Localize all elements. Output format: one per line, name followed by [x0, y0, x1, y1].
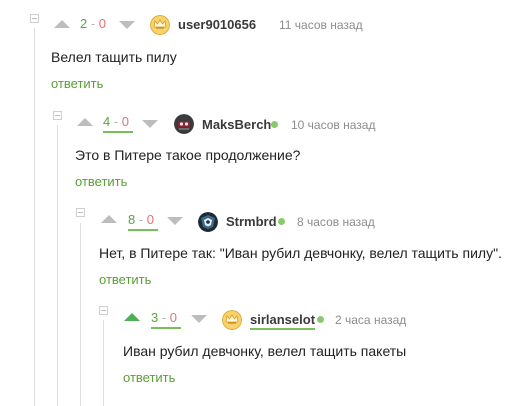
comment-text: Нет, в Питере так: "Иван рубил девчонку,… — [99, 245, 502, 261]
upvote-icon[interactable] — [101, 215, 117, 223]
comment-time[interactable]: 10 часов назад — [291, 118, 375, 132]
online-indicator — [317, 316, 324, 323]
thread-line — [80, 223, 81, 406]
rating-separator: - — [87, 16, 99, 31]
collapse-thread-button[interactable] — [53, 111, 62, 120]
comment-rating: 2 - 0 — [80, 16, 106, 31]
thread-line — [34, 28, 35, 406]
collapse-thread-button[interactable] — [76, 208, 85, 217]
collapse-thread-button[interactable] — [99, 306, 108, 315]
comment-author[interactable]: Strmbrd — [226, 214, 277, 229]
downvote-icon[interactable] — [142, 120, 158, 128]
rating-separator: - — [135, 212, 147, 227]
online-indicator — [271, 121, 278, 128]
reply-link[interactable]: ответить — [99, 272, 151, 287]
comment-rating: 3 - 0 — [151, 310, 177, 325]
comment-text: Это в Питере такое продолжение? — [75, 147, 301, 163]
downvote-icon[interactable] — [167, 217, 183, 225]
online-indicator — [278, 218, 285, 225]
comment-author[interactable]: MaksBerch — [202, 117, 271, 132]
comment-time[interactable]: 2 часа назад — [335, 313, 406, 327]
user-avatar-icon[interactable] — [198, 212, 218, 232]
thread-line — [103, 320, 104, 406]
rating-minus: 0 — [169, 310, 178, 325]
rating-bar — [128, 229, 158, 231]
reply-link[interactable]: ответить — [123, 370, 175, 385]
upvote-icon[interactable] — [77, 118, 93, 126]
comment-time[interactable]: 11 часов назад — [279, 18, 363, 32]
downvote-icon[interactable] — [191, 315, 207, 323]
reply-link[interactable]: ответить — [51, 76, 103, 91]
collapse-thread-button[interactable] — [30, 14, 39, 23]
upvote-icon[interactable] — [54, 20, 70, 28]
comment-time[interactable]: 8 часов назад — [297, 215, 375, 229]
reply-link[interactable]: ответить — [75, 174, 127, 189]
upvote-icon[interactable] — [124, 313, 140, 321]
thread-line — [57, 125, 58, 406]
rating-separator: - — [110, 114, 122, 129]
default-avatar-icon[interactable] — [150, 15, 170, 35]
default-avatar-icon[interactable] — [222, 310, 242, 330]
comment-rating: 8 - 0 — [128, 212, 154, 227]
comment-text: Иван рубил девчонку, велел тащить пакеты — [123, 343, 407, 359]
rating-bar — [103, 131, 133, 133]
rating-minus: 0 — [146, 212, 155, 227]
rating-bar — [151, 327, 181, 329]
downvote-icon[interactable] — [119, 21, 135, 29]
comment-text: Велел тащить пилу — [51, 49, 177, 65]
rating-separator: - — [158, 310, 170, 325]
rating-minus: 0 — [121, 114, 130, 129]
comment-rating: 4 - 0 — [103, 114, 129, 129]
comment-author[interactable]: sirlanselot — [250, 312, 316, 330]
rating-minus: 0 — [98, 16, 107, 31]
user-avatar-icon[interactable] — [174, 114, 194, 134]
comment-author[interactable]: user9010656 — [178, 17, 256, 32]
